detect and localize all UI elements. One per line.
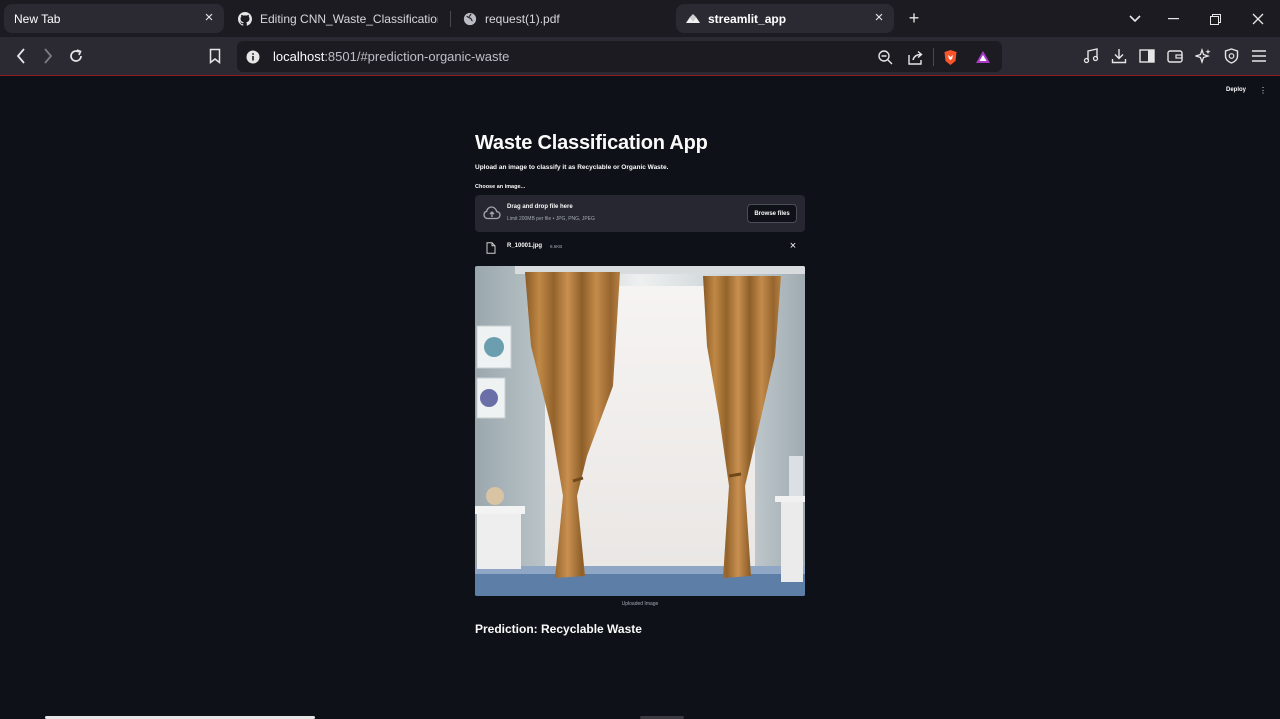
share-icon[interactable] xyxy=(907,48,925,66)
new-tab-button[interactable]: + xyxy=(905,9,923,27)
brave-shields-icon[interactable] xyxy=(941,48,959,66)
tab-divider xyxy=(450,11,451,27)
url-text: localhost:8501/#prediction-organic-waste xyxy=(273,49,509,64)
page-title: Waste Classification App xyxy=(475,132,708,154)
main-menu-kebab-icon[interactable]: ⋮ xyxy=(1259,86,1267,95)
restore-button[interactable] xyxy=(1205,9,1225,29)
file-dropzone[interactable]: Drag and drop file here Limit 200MB per … xyxy=(475,195,805,232)
streamlit-page: Deploy ⋮ Waste Classification App Upload… xyxy=(0,77,1280,719)
prediction-result: Prediction: Recyclable Waste xyxy=(475,622,642,636)
url-path: :8501/#prediction-organic-waste xyxy=(324,49,510,64)
tab-new-tab[interactable]: New Tab × xyxy=(4,4,224,33)
tab-label: streamlit_app xyxy=(708,11,787,26)
dropzone-title: Drag and drop file here xyxy=(507,204,573,210)
image-caption: Uploaded Image xyxy=(621,601,659,607)
tab-pdf[interactable]: request(1).pdf xyxy=(455,4,670,33)
leo-ai-icon[interactable] xyxy=(1194,47,1212,65)
streamlit-icon xyxy=(686,12,700,26)
globe-icon xyxy=(463,12,477,26)
site-info-icon[interactable] xyxy=(244,48,262,66)
cloud-upload-icon xyxy=(483,206,501,220)
zoom-icon[interactable] xyxy=(876,48,894,66)
wallet-icon[interactable] xyxy=(1166,47,1184,65)
browser-toolbar: localhost:8501/#prediction-organic-waste xyxy=(0,37,1280,76)
page-subtitle: Upload an image to classify it as Recycl… xyxy=(475,164,669,171)
tab-label: request(1).pdf xyxy=(485,11,560,26)
media-icon[interactable] xyxy=(1082,47,1100,65)
tab-strip: New Tab × Editing CNN_Waste_Classificati… xyxy=(0,0,1280,37)
tab-streamlit-app[interactable]: streamlit_app × xyxy=(676,4,894,33)
file-size: 8.6KB xyxy=(550,244,563,249)
menu-hamburger-icon[interactable] xyxy=(1250,47,1268,65)
close-tab-icon[interactable]: × xyxy=(872,10,886,25)
back-arrow-icon[interactable] xyxy=(11,46,31,66)
uploader-label: Choose an image... xyxy=(475,184,526,190)
file-icon xyxy=(486,241,496,254)
file-name: R_10001.jpg xyxy=(507,243,543,249)
tab-github[interactable]: Editing CNN_Waste_Classification/R xyxy=(230,4,448,33)
vpn-shield-icon[interactable] xyxy=(1222,47,1240,65)
dropzone-limit: Limit 200MB per file • JPG, PNG, JPEG xyxy=(507,216,595,222)
close-window-button[interactable] xyxy=(1248,9,1268,29)
brave-rewards-icon[interactable] xyxy=(974,48,992,66)
browse-files-button[interactable]: Browse files xyxy=(747,204,797,223)
tab-label: New Tab xyxy=(14,11,61,26)
close-tab-icon[interactable]: × xyxy=(202,10,216,25)
minimize-button[interactable] xyxy=(1163,9,1183,29)
uploaded-file-row: R_10001.jpg 8.6KB × xyxy=(475,237,805,257)
bookmark-icon[interactable] xyxy=(205,46,225,66)
address-bar[interactable]: localhost:8501/#prediction-organic-waste xyxy=(237,41,1002,72)
github-icon xyxy=(238,11,252,26)
download-icon[interactable] xyxy=(1110,47,1128,65)
uploaded-image xyxy=(475,266,805,596)
urlbar-divider xyxy=(933,48,934,66)
tab-list-chevron-icon[interactable] xyxy=(1125,9,1145,29)
reload-icon[interactable] xyxy=(66,46,86,66)
remove-file-close-icon[interactable]: × xyxy=(788,240,798,252)
deploy-button[interactable]: Deploy xyxy=(1226,87,1246,93)
tab-label: Editing CNN_Waste_Classification/R xyxy=(260,11,438,26)
forward-arrow-icon[interactable] xyxy=(38,46,58,66)
sidebar-icon[interactable] xyxy=(1138,47,1156,65)
url-host: localhost xyxy=(273,49,325,64)
